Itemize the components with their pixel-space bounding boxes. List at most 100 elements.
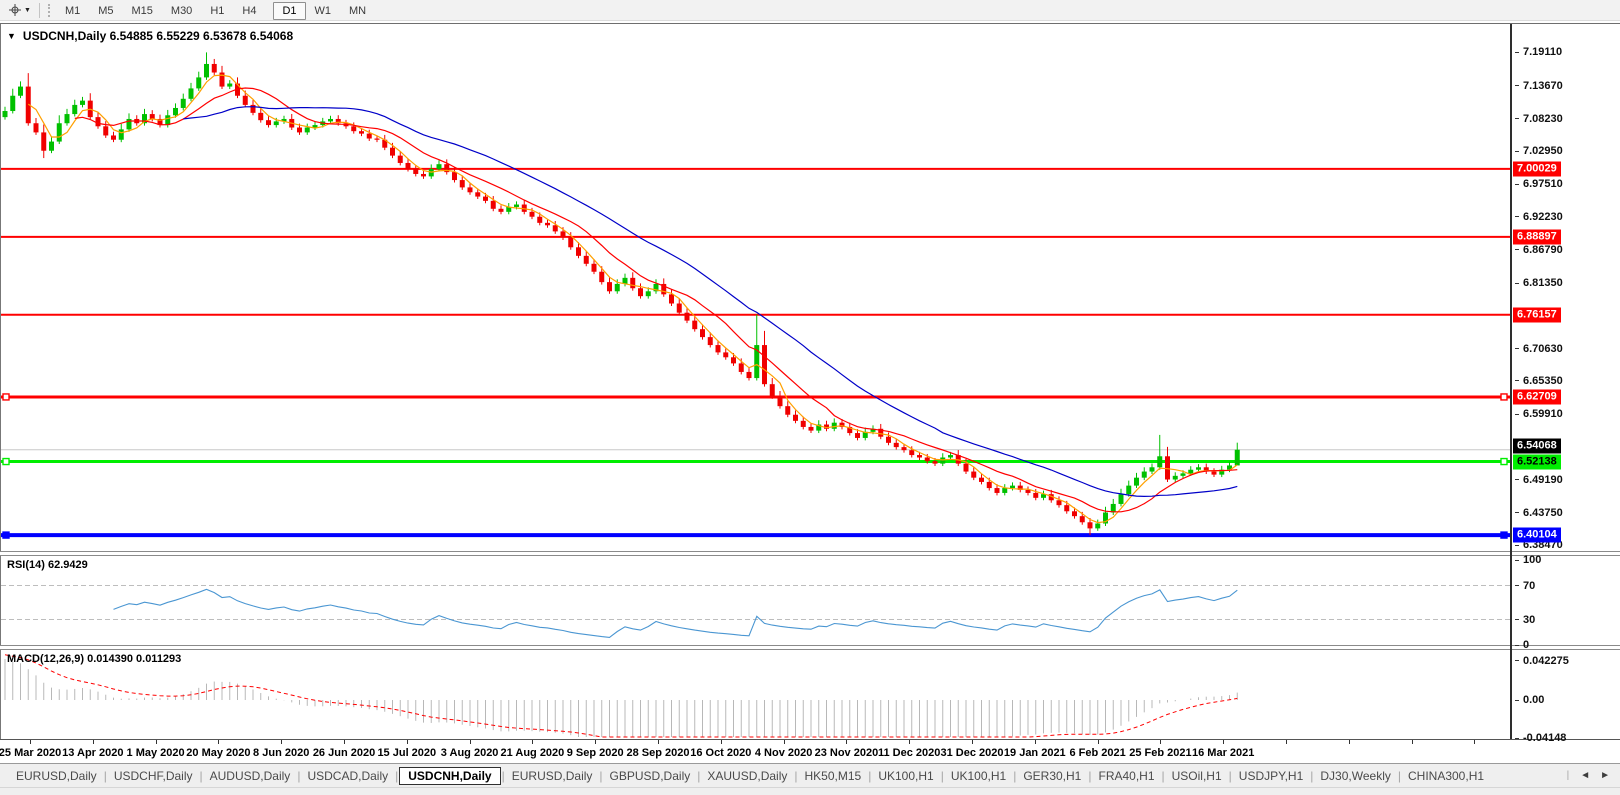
tab-hk50-m15[interactable]: HK50,M15 <box>799 767 868 785</box>
chevron-down-icon[interactable]: ▼ <box>24 7 31 14</box>
tab-scroll-right-icon[interactable]: ► <box>1600 770 1610 781</box>
date-tick <box>972 740 973 744</box>
tab-usdcnh-daily[interactable]: USDCNH,Daily <box>399 766 501 785</box>
macd-signal-line <box>4 654 1238 738</box>
timeframe-button-w1[interactable]: W1 <box>306 2 341 20</box>
date-tick <box>532 740 534 744</box>
date-tick <box>1223 740 1225 744</box>
timeframe-buttons: M1 M5 M15 M30 H1 H4 D1 W1 MN <box>56 1 375 20</box>
line-handle-right-6.62709[interactable] <box>1500 393 1508 401</box>
tab-audusd-daily[interactable]: AUDUSD,Daily <box>204 767 297 785</box>
rsi-tick-30: 30 <box>1515 614 1535 626</box>
tab-fra40-h1[interactable]: FRA40,H1 <box>1092 767 1160 785</box>
tab-separator: | <box>103 768 107 783</box>
date-label: 16 Mar 2021 <box>1191 747 1255 759</box>
cursor-tool-button[interactable]: ▼ <box>4 2 35 18</box>
current-price-label: 6.54068 <box>1513 438 1561 454</box>
timeframe-button-m5[interactable]: M5 <box>89 2 122 20</box>
date-tick <box>909 740 911 744</box>
price-label-6.88897: 6.88897 <box>1513 229 1561 245</box>
timeframe-button-d1[interactable]: D1 <box>273 2 306 20</box>
price-tick-6.92230: 6.92230 <box>1515 211 1563 223</box>
date-label: 15 Jul 2020 <box>377 747 437 759</box>
date-label: 3 Aug 2020 <box>440 747 499 759</box>
date-tick <box>281 740 283 744</box>
tab-gbpusd-daily[interactable]: GBPUSD,Daily <box>604 767 697 785</box>
line-handle-left-6.52138[interactable] <box>2 457 10 466</box>
date-tick <box>218 740 220 744</box>
rsi-indicator-panel[interactable] <box>0 556 1511 645</box>
tab-separator: | <box>1088 768 1092 783</box>
tab-china300-h1[interactable]: CHINA300,H1 <box>1402 767 1490 785</box>
price-tick-7.02950: 7.02950 <box>1515 145 1563 157</box>
line-handle-left-6.40104[interactable] <box>2 531 10 539</box>
date-tick <box>406 740 408 744</box>
rsi-tick-0: 0 <box>1515 639 1529 651</box>
line-handle-right-6.52138[interactable] <box>1500 457 1508 466</box>
date-tick <box>1411 740 1413 744</box>
date-tick <box>155 740 157 744</box>
tab-usdchf-daily[interactable]: USDCHF,Daily <box>108 767 199 785</box>
crosshair-icon <box>9 4 21 16</box>
tab-separator: | <box>599 768 603 783</box>
tab-usoil-h1[interactable]: USOil,H1 <box>1166 767 1228 785</box>
tab-scroll-left-icon[interactable]: ◄ <box>1580 770 1590 781</box>
timeframe-button-mn[interactable]: MN <box>340 2 375 20</box>
date-tick <box>344 740 345 744</box>
macd-indicator-panel[interactable] <box>0 650 1511 739</box>
tab-uk100-h1[interactable]: UK100,H1 <box>872 767 939 785</box>
tab-separator: | <box>1310 768 1314 783</box>
rsi-line <box>113 588 1238 638</box>
tab-dj30-weekly[interactable]: DJ30,Weekly <box>1314 767 1396 785</box>
timeframe-button-h4[interactable]: H4 <box>233 2 265 20</box>
date-label: 1 May 2020 <box>126 747 185 759</box>
date-label: 28 Sep 2020 <box>626 747 690 759</box>
price-tick-6.65350: 6.65350 <box>1515 375 1563 387</box>
chart-title: ▼ USDCNH,Daily 6.54885 6.55229 6.53678 6… <box>7 29 293 43</box>
date-label: 16 Oct 2020 <box>690 747 752 759</box>
tab-separator: | <box>794 768 798 783</box>
tab-xauusd-daily[interactable]: XAUUSD,Daily <box>701 767 793 785</box>
tab-uk100-h1[interactable]: UK100,H1 <box>945 767 1012 785</box>
tab-separator: | <box>1161 768 1165 783</box>
timeframe-button-h1[interactable]: H1 <box>201 2 233 20</box>
rsi-tick-70: 70 <box>1515 580 1535 592</box>
timeframe-button-m15[interactable]: M15 <box>123 2 162 20</box>
line-handle-left-6.62709[interactable] <box>2 393 10 401</box>
price-label-6.52138: 6.52138 <box>1513 454 1561 470</box>
macd-tick-0.042275: 0.042275 <box>1515 655 1569 667</box>
date-tick <box>1286 740 1287 744</box>
toolbar-grip-handle[interactable] <box>47 3 52 17</box>
timeframe-button-m1[interactable]: M1 <box>56 2 89 20</box>
tab-eurusd-daily[interactable]: EURUSD,Daily <box>10 767 103 785</box>
macd-tick-0.00: 0.00 <box>1515 694 1544 706</box>
date-label: 9 Sep 2020 <box>566 747 624 759</box>
price-tick-6.49190: 6.49190 <box>1515 474 1563 486</box>
timeframe-toolbar: ▼ M1 M5 M15 M30 H1 H4 D1 W1 MN <box>0 0 1620 21</box>
tab-usdcad-daily[interactable]: USDCAD,Daily <box>301 767 394 785</box>
date-axis[interactable]: 25 Mar 2020 13 Apr 2020 1 May 2020 20 May 2… <box>0 740 1510 762</box>
tab-eurusd-daily[interactable]: EURUSD,Daily <box>506 767 599 785</box>
tab-separator: | <box>199 768 203 783</box>
price-scale[interactable]: 7.19110 7.13670 7.08230 7.02950 6.97510 6.922… <box>1512 0 1620 794</box>
tab-ger30-h1[interactable]: GER30,H1 <box>1017 767 1087 785</box>
date-label: 6 Feb 2021 <box>1069 747 1126 759</box>
date-label: 20 May 2020 <box>186 747 251 759</box>
line-handle-right-6.40104[interactable] <box>1500 531 1508 539</box>
date-label: 11 Dec 2020 <box>877 747 941 759</box>
main-price-chart[interactable] <box>0 24 1511 551</box>
price-tick-6.70630: 6.70630 <box>1515 343 1563 355</box>
tab-scroll-controls: | ◄ ► <box>1566 770 1620 781</box>
date-tick <box>720 740 722 744</box>
tab-usdjpy-h1[interactable]: USDJPY,H1 <box>1233 767 1309 785</box>
chart-tab-bar: EURUSD,Daily | USDCHF,Daily | AUDUSD,Daily | U… <box>0 763 1620 787</box>
date-label: 4 Nov 2020 <box>754 747 813 759</box>
moving-average-mid <box>74 87 1238 513</box>
date-tick <box>1034 740 1036 744</box>
price-tick-7.13670: 7.13670 <box>1515 80 1563 92</box>
price-label-6.62709: 6.62709 <box>1513 389 1561 405</box>
price-tick-7.08230: 7.08230 <box>1515 113 1563 125</box>
timeframe-button-m30[interactable]: M30 <box>162 2 201 20</box>
collapse-triangle-icon[interactable]: ▼ <box>7 31 16 41</box>
date-tick <box>658 740 659 744</box>
